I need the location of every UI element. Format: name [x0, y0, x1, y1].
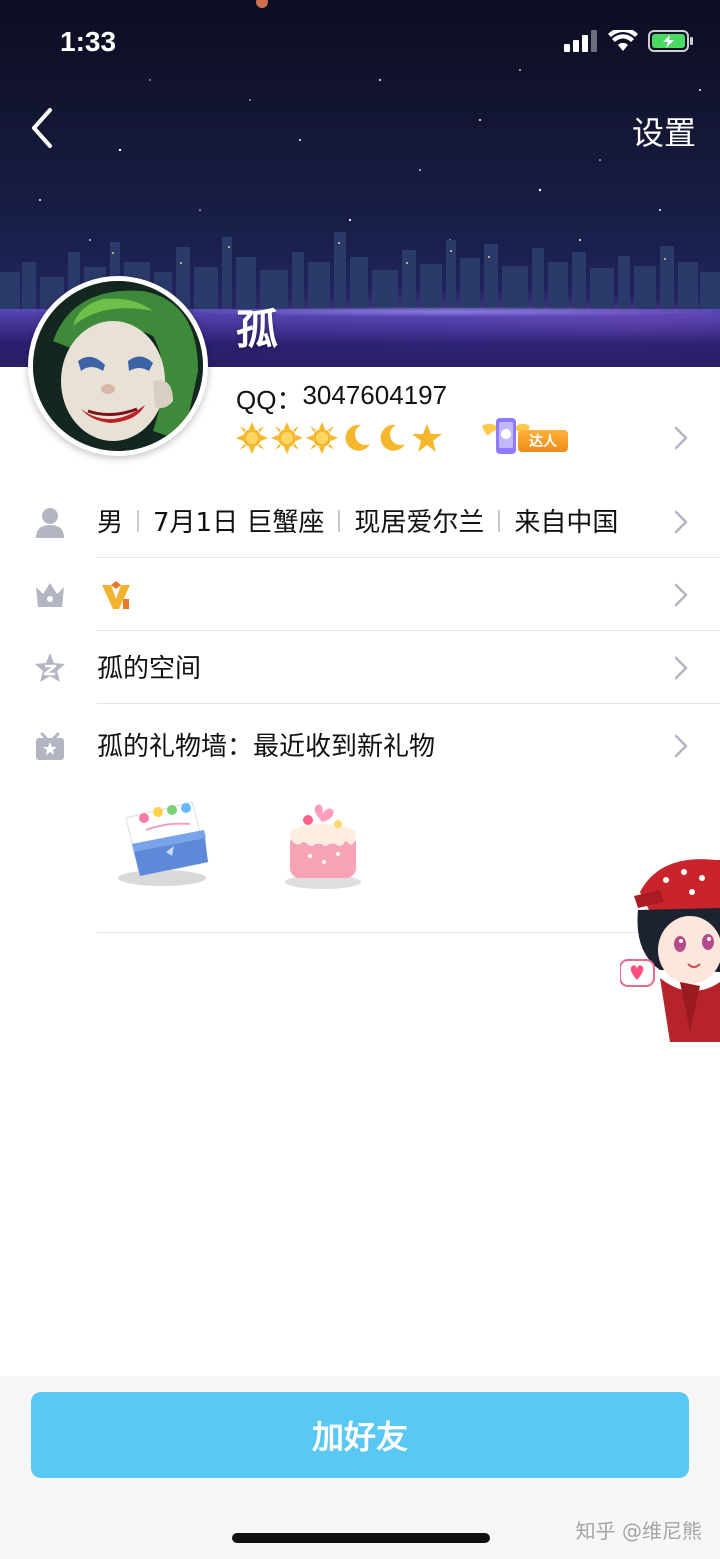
- gift-icon: [36, 732, 64, 760]
- nickname: 孤: [236, 305, 279, 354]
- battery-charging-icon: [648, 30, 693, 52]
- profile-page: 1:33 设置 孤 QQ： 3047604197 达人 男 7月1日 巨蟹座 现…: [0, 0, 720, 1559]
- separator: [498, 509, 501, 532]
- separator: [338, 509, 341, 532]
- status-bar: 1:33: [0, 0, 720, 90]
- gift-wall-row[interactable]: 孤的礼物墙：最近收到新礼物: [0, 710, 720, 782]
- chevron-left-icon: [32, 108, 52, 148]
- chevron-right-icon[interactable]: [674, 426, 688, 450]
- moon-icon: [345, 424, 370, 451]
- vip-row[interactable]: [0, 559, 720, 631]
- wifi-icon: [608, 30, 638, 51]
- sun-icon: [306, 422, 338, 454]
- qq-level-row[interactable]: 达人: [236, 416, 570, 460]
- gift-wall-label: 孤的礼物墙：最近收到新礼物: [97, 732, 436, 762]
- home-indicator[interactable]: [232, 1533, 490, 1543]
- chevron-right-icon: [674, 510, 688, 534]
- back-button[interactable]: [24, 104, 64, 152]
- star-icon: [412, 424, 442, 452]
- origin: 来自中国: [514, 508, 619, 538]
- cake-image: [285, 804, 361, 889]
- add-friend-button[interactable]: 加好友: [31, 1392, 689, 1478]
- qq-number-line: QQ： 3047604197: [236, 380, 447, 417]
- basic-info: 男 7月1日 巨蟹座 现居爱尔兰 来自中国: [97, 502, 618, 539]
- qzone-star-icon: [35, 653, 65, 682]
- qq-label: QQ：: [236, 385, 303, 415]
- avatar-image: [33, 281, 203, 451]
- divider: [97, 557, 720, 558]
- qzone-label: 孤的空间: [97, 654, 202, 684]
- birthday-card-gift[interactable]: [110, 790, 220, 900]
- avatar[interactable]: [28, 276, 208, 456]
- sun-icon: [271, 422, 303, 454]
- daren-badge[interactable]: 达人: [478, 416, 570, 460]
- status-time: 1:33: [60, 26, 117, 57]
- gift-list: [110, 790, 378, 900]
- cellular-signal-icon: [564, 30, 597, 52]
- divider: [97, 630, 720, 631]
- separator: [137, 509, 140, 532]
- birthday-card-image: [118, 801, 209, 886]
- qzone-row[interactable]: 孤的空间: [0, 632, 720, 704]
- mascot-sticker[interactable]: [620, 852, 720, 1042]
- qq-number: 3047604197: [302, 380, 448, 410]
- daren-label: 达人: [518, 430, 568, 452]
- chevron-right-icon: [674, 656, 688, 680]
- watermark: 知乎 @维尼熊: [575, 1519, 702, 1543]
- cake-gift[interactable]: [268, 790, 378, 900]
- chevron-right-icon: [674, 734, 688, 758]
- basic-info-row[interactable]: 男 7月1日 巨蟹座 现居爱尔兰 来自中国: [0, 486, 720, 558]
- birthday: 7月1日 巨蟹座: [153, 508, 325, 538]
- divider: [97, 703, 720, 704]
- chevron-right-icon: [674, 583, 688, 607]
- gender: 男: [97, 508, 124, 538]
- crown-icon: [36, 583, 64, 607]
- status-icons: [564, 30, 694, 52]
- moon-icon: [380, 424, 405, 451]
- sun-icon: [236, 422, 268, 454]
- settings-button[interactable]: 设置: [632, 108, 696, 154]
- residence: 现居爱尔兰: [354, 508, 485, 538]
- vip-badge-icon: [102, 581, 130, 609]
- person-icon: [36, 508, 64, 538]
